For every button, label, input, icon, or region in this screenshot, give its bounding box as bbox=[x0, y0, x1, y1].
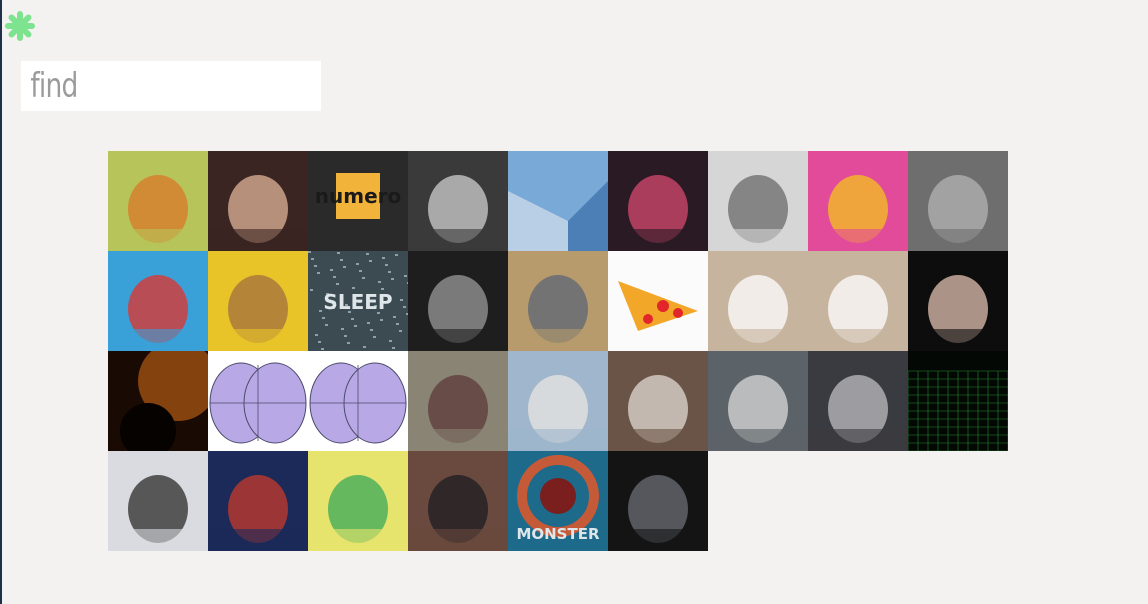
thumbnail-image bbox=[908, 351, 1008, 451]
thumbnail-image bbox=[408, 251, 508, 351]
thumbnail-image bbox=[608, 451, 708, 551]
thumbnail-dancing-man-2[interactable] bbox=[808, 251, 908, 351]
thumbnail-cartoon-couple[interactable] bbox=[108, 251, 208, 351]
thumbnail-dark-window[interactable] bbox=[608, 451, 708, 551]
thumbnail-sleep-static[interactable]: SLEEP bbox=[308, 251, 408, 351]
search-box[interactable] bbox=[21, 61, 321, 111]
thumbnail-cat-pizza[interactable] bbox=[608, 251, 708, 351]
thumbnail-image: SLEEP bbox=[308, 251, 408, 351]
thumbnail-image bbox=[508, 151, 608, 251]
thumbnail-bw-woman-drinking[interactable] bbox=[908, 151, 1008, 251]
thumbnail-dancers-dark[interactable] bbox=[908, 251, 1008, 351]
thumbnail-image bbox=[808, 151, 908, 251]
thumbnail-ice-rink-dog[interactable] bbox=[108, 451, 208, 551]
image-grid: numero SLEEP MONSTER bbox=[108, 151, 1008, 551]
thumbnail-image bbox=[208, 251, 308, 351]
thumbnail-image bbox=[708, 351, 808, 451]
thumbnail-glitch-face[interactable] bbox=[708, 151, 808, 251]
thumbnail-image bbox=[208, 151, 308, 251]
svg-text:SLEEP: SLEEP bbox=[323, 290, 392, 314]
thumbnail-image bbox=[108, 351, 208, 451]
thumbnail-dancing-man[interactable] bbox=[708, 251, 808, 351]
thumbnail-image bbox=[108, 151, 208, 251]
thumbnail-image bbox=[808, 251, 908, 351]
thumbnail-image bbox=[608, 351, 708, 451]
thumbnail-image bbox=[408, 351, 508, 451]
thumbnail-image bbox=[608, 251, 708, 351]
thumbnail-redhead-collage[interactable] bbox=[208, 451, 308, 551]
thumbnail-bw-cat[interactable] bbox=[808, 351, 908, 451]
thumbnail-puppy[interactable] bbox=[608, 351, 708, 451]
thumbnail-crowd-man[interactable] bbox=[408, 451, 508, 551]
thumbnail-image bbox=[808, 351, 908, 451]
thumbnail-tiger-cartoon[interactable] bbox=[108, 151, 208, 251]
thumbnail-dark-planet[interactable] bbox=[108, 351, 208, 451]
thumbnail-image bbox=[108, 451, 208, 551]
thumbnail-cartoon-city-ad[interactable] bbox=[308, 451, 408, 551]
thumbnail-image bbox=[708, 251, 808, 351]
thumbnail-laptop-hands[interactable] bbox=[708, 351, 808, 451]
thumbnail-image bbox=[508, 251, 608, 351]
svg-text:MONSTER: MONSTER bbox=[516, 525, 600, 543]
thumbnail-image bbox=[508, 351, 608, 451]
thumbnail-mario-ice-level[interactable] bbox=[508, 151, 608, 251]
thumbnail-image bbox=[408, 451, 508, 551]
thumbnail-painted-nails[interactable] bbox=[208, 151, 308, 251]
thumbnail-numero-box[interactable]: numero bbox=[308, 151, 408, 251]
thumbnail-image bbox=[308, 351, 408, 451]
thumbnail-green-grid[interactable] bbox=[908, 351, 1008, 451]
thumbnail-beach-dancer[interactable] bbox=[508, 351, 608, 451]
thumbnail-image bbox=[908, 151, 1008, 251]
search-input[interactable] bbox=[21, 61, 321, 111]
thumbnail-image bbox=[908, 251, 1008, 351]
svg-text:numero: numero bbox=[315, 184, 401, 208]
thumbnail-street-scene[interactable] bbox=[408, 351, 508, 451]
thumbnail-image bbox=[708, 151, 808, 251]
thumbnail-image bbox=[408, 151, 508, 251]
thumbnail-man-on-yellow[interactable] bbox=[208, 251, 308, 351]
thumbnail-purple-sphere-2[interactable] bbox=[308, 351, 408, 451]
thumbnail-hamster[interactable] bbox=[508, 251, 608, 351]
thumbnail-image: numero bbox=[308, 151, 408, 251]
thumbnail-image bbox=[208, 351, 308, 451]
thumbnail-neon-street[interactable] bbox=[608, 151, 708, 251]
thumbnail-pizza-collage[interactable] bbox=[808, 151, 908, 251]
thumbnail-image bbox=[108, 251, 208, 351]
thumbnail-image bbox=[308, 451, 408, 551]
thumbnail-bw-hands[interactable] bbox=[408, 151, 508, 251]
window-edge bbox=[0, 0, 2, 604]
thumbnail-image bbox=[208, 451, 308, 551]
thumbnail-bw-kiss[interactable] bbox=[408, 251, 508, 351]
thumbnail-monster-poster[interactable]: MONSTER bbox=[508, 451, 608, 551]
asterisk-icon[interactable] bbox=[4, 10, 36, 42]
thumbnail-image bbox=[608, 151, 708, 251]
thumbnail-purple-sphere[interactable] bbox=[208, 351, 308, 451]
thumbnail-image: MONSTER bbox=[508, 451, 608, 551]
